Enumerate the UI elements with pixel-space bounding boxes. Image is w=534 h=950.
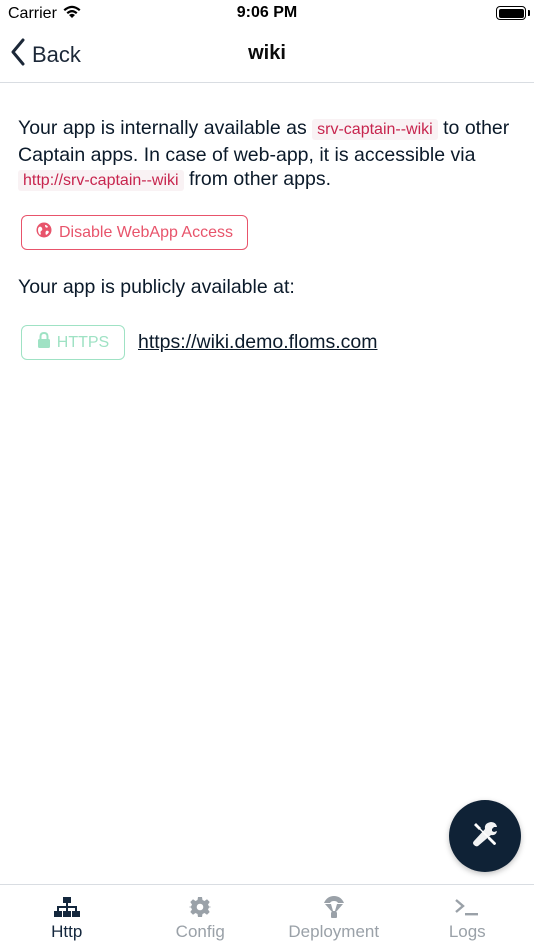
terminal-icon — [454, 895, 480, 919]
public-availability-text: Your app is publicly available at: — [18, 276, 295, 298]
tab-logs[interactable]: Logs — [401, 885, 534, 950]
battery-nub — [528, 10, 530, 16]
tab-http-label: Http — [51, 922, 83, 941]
status-time: 9:06 PM — [236, 4, 298, 21]
tools-icon — [470, 819, 500, 854]
deploy-icon — [323, 895, 345, 919]
network-icon — [53, 895, 80, 919]
disable-webapp-access-label: Disable WebApp Access — [58, 223, 233, 241]
tab-config[interactable]: Config — [134, 885, 268, 950]
public-url-link[interactable]: https://wiki.demo.floms.com — [138, 331, 377, 354]
https-badge-label: HTTPS — [56, 333, 110, 351]
intro-text-3: from other apps. — [183, 168, 331, 190]
disable-webapp-access-button[interactable]: Disable WebApp Access — [21, 215, 248, 250]
nav-bar: Back wiki — [0, 28, 534, 83]
internal-availability-text: Your app is internally available as srv-… — [18, 116, 518, 194]
gear-icon — [189, 895, 212, 919]
internal-name-code: srv-captain--wiki — [312, 119, 438, 140]
https-badge: HTTPS — [21, 325, 125, 360]
status-bar: Carrier 9:06 PM — [0, 0, 534, 28]
tab-logs-label: Logs — [448, 922, 486, 941]
intro-text-1: Your app is internally available as — [18, 117, 313, 139]
internal-url-code: http://srv-captain--wiki — [18, 170, 184, 191]
tab-deployment[interactable]: Deployment — [267, 885, 401, 950]
tab-http[interactable]: Http — [0, 885, 134, 950]
tab-deployment-label: Deployment — [288, 922, 380, 941]
tools-fab-button[interactable] — [449, 800, 521, 872]
lock-icon — [37, 331, 51, 353]
battery-icon — [496, 6, 526, 20]
tab-bar: Http Config Deployment Logs — [0, 884, 534, 950]
page-title: wiki — [248, 42, 286, 64]
globe-icon — [36, 222, 52, 243]
tab-config-label: Config — [175, 922, 225, 941]
